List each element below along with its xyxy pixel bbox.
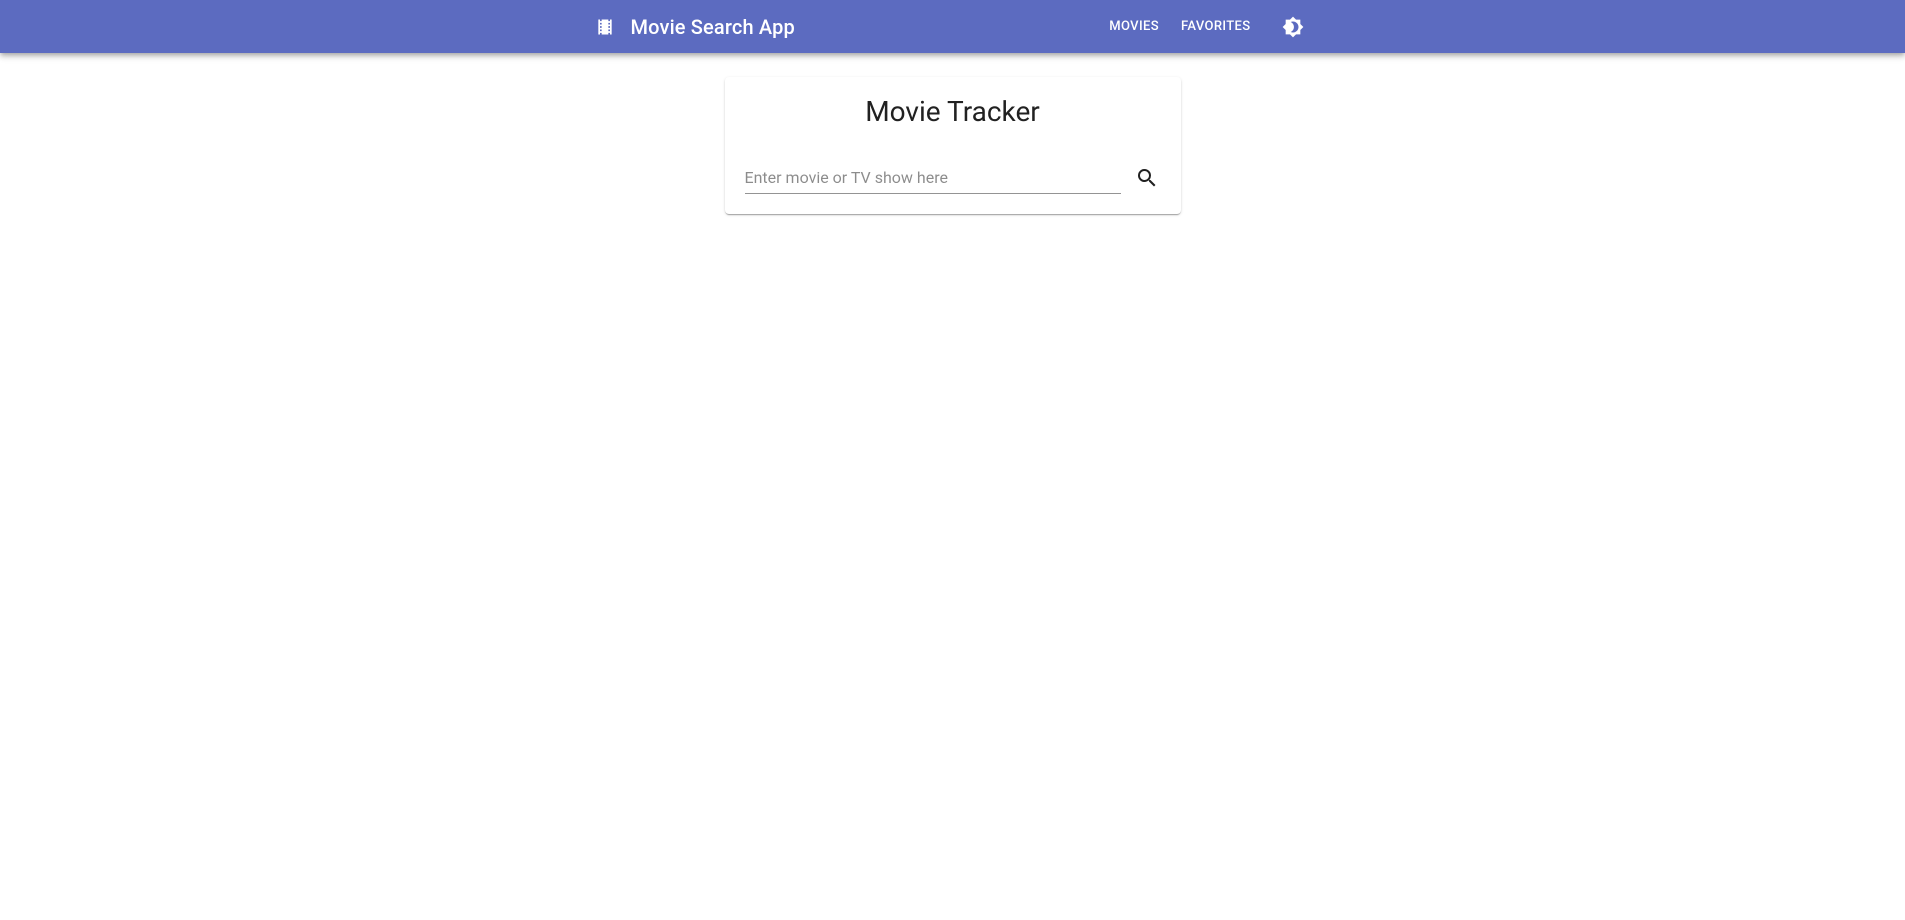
- main-content: Movie Tracker: [0, 53, 1905, 214]
- app-bar-inner: Movie Search App Movies Favorites: [595, 9, 1311, 45]
- app-bar: Movie Search App Movies Favorites: [0, 0, 1905, 53]
- brightness-icon: [1282, 16, 1304, 38]
- nav-links: Movies Favorites: [1109, 9, 1310, 45]
- search-field: [745, 162, 1121, 194]
- theme-toggle-button[interactable]: [1275, 9, 1311, 45]
- search-icon: [1135, 166, 1159, 190]
- search-input[interactable]: [745, 162, 1121, 194]
- search-card: Movie Tracker: [725, 77, 1181, 214]
- card-title: Movie Tracker: [745, 95, 1161, 128]
- search-row: [745, 162, 1161, 194]
- theaters-icon: [595, 17, 615, 37]
- nav-link-movies[interactable]: Movies: [1109, 19, 1159, 34]
- nav-link-favorites[interactable]: Favorites: [1181, 19, 1251, 34]
- app-title: Movie Search App: [631, 15, 1110, 39]
- search-button[interactable]: [1133, 164, 1161, 192]
